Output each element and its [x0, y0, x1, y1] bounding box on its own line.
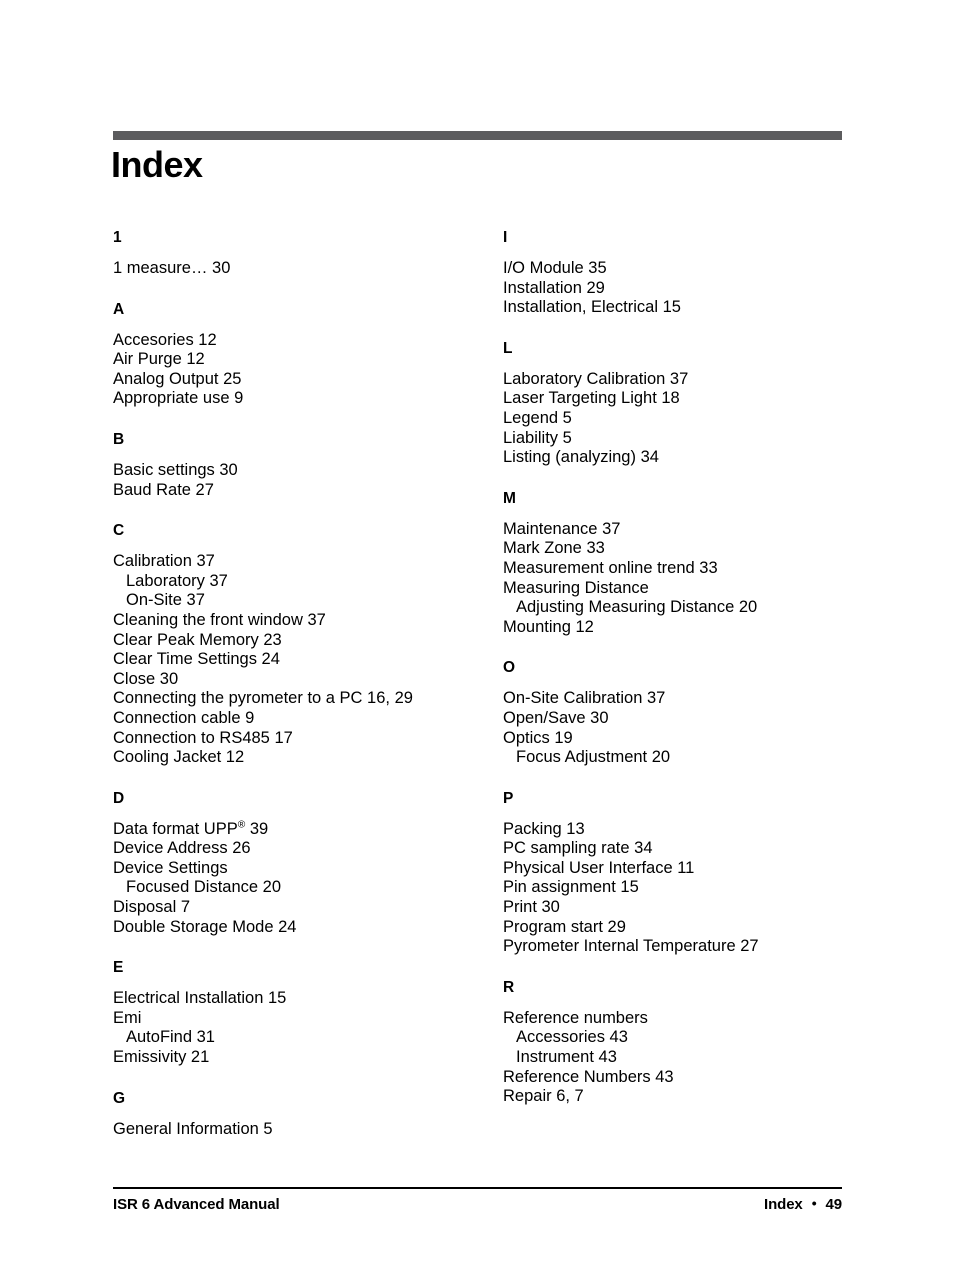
index-column-left: 1 1 measure… 30 A Accesories 12 Air Purge 12… [113, 228, 473, 1139]
index-section-r: R Reference numbers Accessories 43 Instrume… [503, 978, 863, 1107]
footer-manual-title: ISR 6 Advanced Manual [113, 1195, 280, 1213]
index-section-p: P Packing 13 PC sampling rate 34 Physical U… [503, 789, 863, 957]
section-letter: M [503, 489, 516, 507]
section-letter: R [503, 978, 515, 996]
section-letter: B [113, 430, 125, 448]
index-page: Index 1 1 measure… 30 A Accesories 12 Air Pu… [0, 0, 954, 1270]
index-entry: Connecting the pyrometer to a PC 16, 29 [113, 689, 413, 708]
index-entry: Installation, Electrical 15 [503, 298, 681, 317]
index-entry: Open/Save 30 [503, 708, 609, 727]
index-section-o: O On-Site Calibration 37 Open/Save 30 Optic… [503, 658, 863, 767]
index-entry: Legend 5 [503, 408, 572, 427]
index-entry: Emi [113, 1008, 142, 1027]
section-letter: A [113, 300, 125, 318]
index-subentry: Focused Distance 20 [126, 878, 282, 897]
index-entry-text: Data format UPP [113, 819, 238, 838]
index-entry: Electrical Installation 15 [113, 989, 287, 1008]
index-entry: Maintenance 37 [503, 519, 621, 538]
footer-page-info: Index • 49 [764, 1196, 842, 1213]
index-entry: Reference numbers [503, 1008, 648, 1027]
index-entry: Calibration 37 [113, 552, 215, 571]
index-entry: Repair 6, 7 [503, 1087, 584, 1106]
index-entry: General Information 5 [113, 1119, 273, 1138]
index-entry: Installation 29 [503, 278, 605, 297]
index-section-l: L Laboratory Calibration 37 Laser Targetin… [503, 339, 863, 468]
index-section-i: I I/O Module 35 Installation 29 Installatio… [503, 228, 863, 318]
section-letter: L [503, 339, 513, 357]
index-entry: Close 30 [113, 669, 179, 688]
index-section-g: G General Information 5 [113, 1089, 473, 1140]
index-entry: Air Purge 12 [113, 350, 205, 369]
section-letter: P [503, 789, 514, 807]
index-subentry: Instrument 43 [516, 1048, 617, 1067]
section-letter: E [113, 959, 124, 977]
index-entry: Connection to RS485 17 [113, 728, 293, 747]
footer-page-number: 49 [825, 1195, 843, 1213]
index-subentry: Adjusting Measuring Distance 20 [516, 598, 758, 617]
index-entry: Device Settings [113, 858, 228, 877]
section-letter: D [113, 789, 125, 807]
index-entry: Analog Output 25 [113, 369, 242, 388]
index-entry: Pyrometer Internal Temperature 27 [503, 937, 759, 956]
index-entry: On-Site Calibration 37 [503, 689, 666, 708]
index-entry: Physical User Interface 11 [503, 858, 695, 877]
index-section-c: C Calibration 37 Laboratory 37 On-Site 37 Cl… [113, 521, 473, 768]
index-entry: PC sampling rate 34 [503, 839, 653, 858]
index-entry: Baud Rate 27 [113, 480, 214, 499]
index-entry: Laboratory Calibration 37 [503, 369, 689, 388]
index-entry: Emissivity 21 [113, 1048, 210, 1067]
index-entry: Connection cable 9 [113, 708, 255, 727]
page-footer: ISR 6 Advanced Manual Index • 49 [113, 1193, 842, 1215]
section-letter: I [503, 229, 508, 246]
index-section-m: M Maintenance 37 Mark Zone 33 Measurement o… [503, 489, 863, 638]
index-column-right: I I/O Module 35 Installation 29 Installatio… [503, 228, 863, 1107]
index-entry: Packing 13 [503, 819, 585, 838]
section-letter: 1 [113, 229, 122, 246]
section-letter: O [503, 659, 516, 677]
index-subentry: Accessories 43 [516, 1028, 628, 1047]
index-entry: Basic settings 30 [113, 460, 238, 479]
index-entry: Cooling Jacket 12 [113, 748, 245, 767]
index-entry: Measurement online trend 33 [503, 558, 718, 577]
bullet-icon: • [811, 1195, 817, 1211]
index-entry: Laser Targeting Light 18 [503, 389, 680, 408]
section-letter: G [113, 1089, 126, 1107]
index-entry: Mark Zone 33 [503, 539, 605, 558]
index-entry: Clear Time Settings 24 [113, 650, 280, 669]
index-subentry: AutoFind 31 [126, 1028, 215, 1047]
index-entry: Appropriate use 9 [113, 389, 244, 408]
index-entry: Cleaning the front window 37 [113, 610, 326, 629]
header-accent-bar [113, 131, 842, 140]
index-entry: Optics 19 [503, 728, 573, 747]
index-entry: I/O Module 35 [503, 259, 607, 277]
index-section-1: 1 1 measure… 30 [113, 228, 473, 279]
index-entry: Double Storage Mode 24 [113, 917, 297, 936]
index-entry-page: 39 [245, 819, 269, 838]
index-section-a: A Accesories 12 Air Purge 12 Analog Output … [113, 300, 473, 409]
page-title: Index [111, 144, 203, 185]
index-entry: Device Address 26 [113, 839, 251, 858]
index-entry: Liability 5 [503, 428, 572, 447]
footer-section-label: Index [764, 1195, 803, 1213]
index-subentry: On-Site 37 [126, 591, 205, 610]
footer-rule [113, 1187, 842, 1189]
index-section-b: B Basic settings 30 Baud Rate 27 [113, 430, 473, 500]
index-entry: Program start 29 [503, 917, 626, 936]
index-subentry: Focus Adjustment 20 [516, 748, 671, 767]
index-entry: Disposal 7 [113, 898, 191, 917]
index-entry: Listing (analyzing) 34 [503, 448, 659, 467]
index-entry: Mounting 12 [503, 617, 594, 636]
index-subentry: Laboratory 37 [126, 571, 228, 590]
index-entry: 1 measure… 30 [113, 259, 231, 277]
index-entry: Pin assignment 15 [503, 878, 639, 897]
index-entry: Reference Numbers 43 [503, 1067, 674, 1086]
index-section-e: E Electrical Installation 15 Emi AutoFind 3… [113, 958, 473, 1067]
index-entry: Measuring Distance [503, 578, 649, 597]
index-entry: Clear Peak Memory 23 [113, 630, 282, 649]
index-section-d: D Data format UPP® 39 Device Address 26 Dev… [113, 789, 473, 938]
index-entry: Data format UPP® 39 [113, 820, 473, 840]
index-entry: Accesories 12 [113, 330, 217, 349]
section-letter: C [113, 522, 125, 540]
index-entry: Print 30 [503, 898, 560, 917]
